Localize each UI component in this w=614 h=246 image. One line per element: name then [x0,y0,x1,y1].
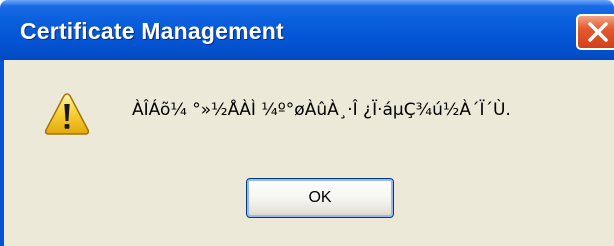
dialog-body [0,60,614,246]
window-title: Certificate Management [20,18,284,44]
warning-icon [44,93,90,135]
close-button[interactable] [576,14,614,50]
title-bar[interactable]: Certificate Management [0,0,614,60]
dialog-message: ÀÎÁõ¼­ °»½ÅÀÌ ¼º°øÀûÀ¸·Î ¿Ï·áµÇ¾ú½À´Ï´Ù. [132,100,511,120]
certificate-dialog-window: Certificate Management ÀÎÁõ¼­ °»½ÅÀÌ ¼º°… [0,0,614,246]
close-icon [588,22,608,42]
title-bar-highlight [0,0,614,6]
ok-button-label: OK [308,189,332,206]
ok-button[interactable]: OK [246,178,394,218]
